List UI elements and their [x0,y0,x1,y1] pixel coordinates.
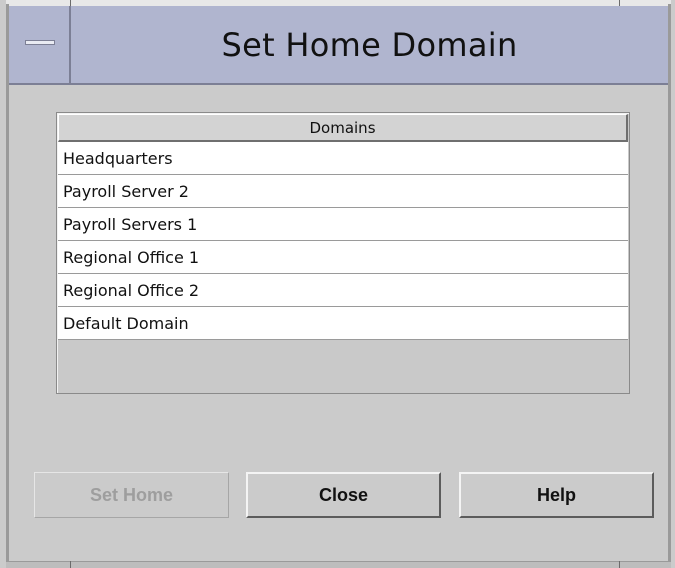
table-row[interactable]: Payroll Server 2 [58,175,628,208]
table-row[interactable]: Regional Office 2 [58,274,628,307]
table-row[interactable]: Headquarters [58,142,628,175]
window-frame-left[interactable] [6,4,9,566]
domains-list: Headquarters Payroll Server 2 Payroll Se… [58,142,628,340]
window-frame-right[interactable] [668,4,671,566]
dialog-window: Set Home Domain Domains Headquarters Pay… [0,0,675,568]
domains-column-header[interactable]: Domains [58,114,628,142]
table-row[interactable]: Default Domain [58,307,628,340]
help-button[interactable]: Help [459,472,654,518]
frame-corner-tick [619,561,620,568]
window-menu-button[interactable] [9,6,71,83]
frame-corner-tick [70,561,71,568]
table-row[interactable]: Payroll Servers 1 [58,208,628,241]
close-button[interactable]: Close [246,472,441,518]
window-menu-icon [25,40,55,45]
title-bar[interactable]: Set Home Domain [9,6,668,85]
domains-table[interactable]: Domains Headquarters Payroll Server 2 Pa… [56,112,630,394]
window-frame-bottom[interactable] [6,561,671,568]
window-title: Set Home Domain [221,25,518,64]
set-home-button[interactable]: Set Home [34,472,229,518]
table-row[interactable]: Regional Office 1 [58,241,628,274]
